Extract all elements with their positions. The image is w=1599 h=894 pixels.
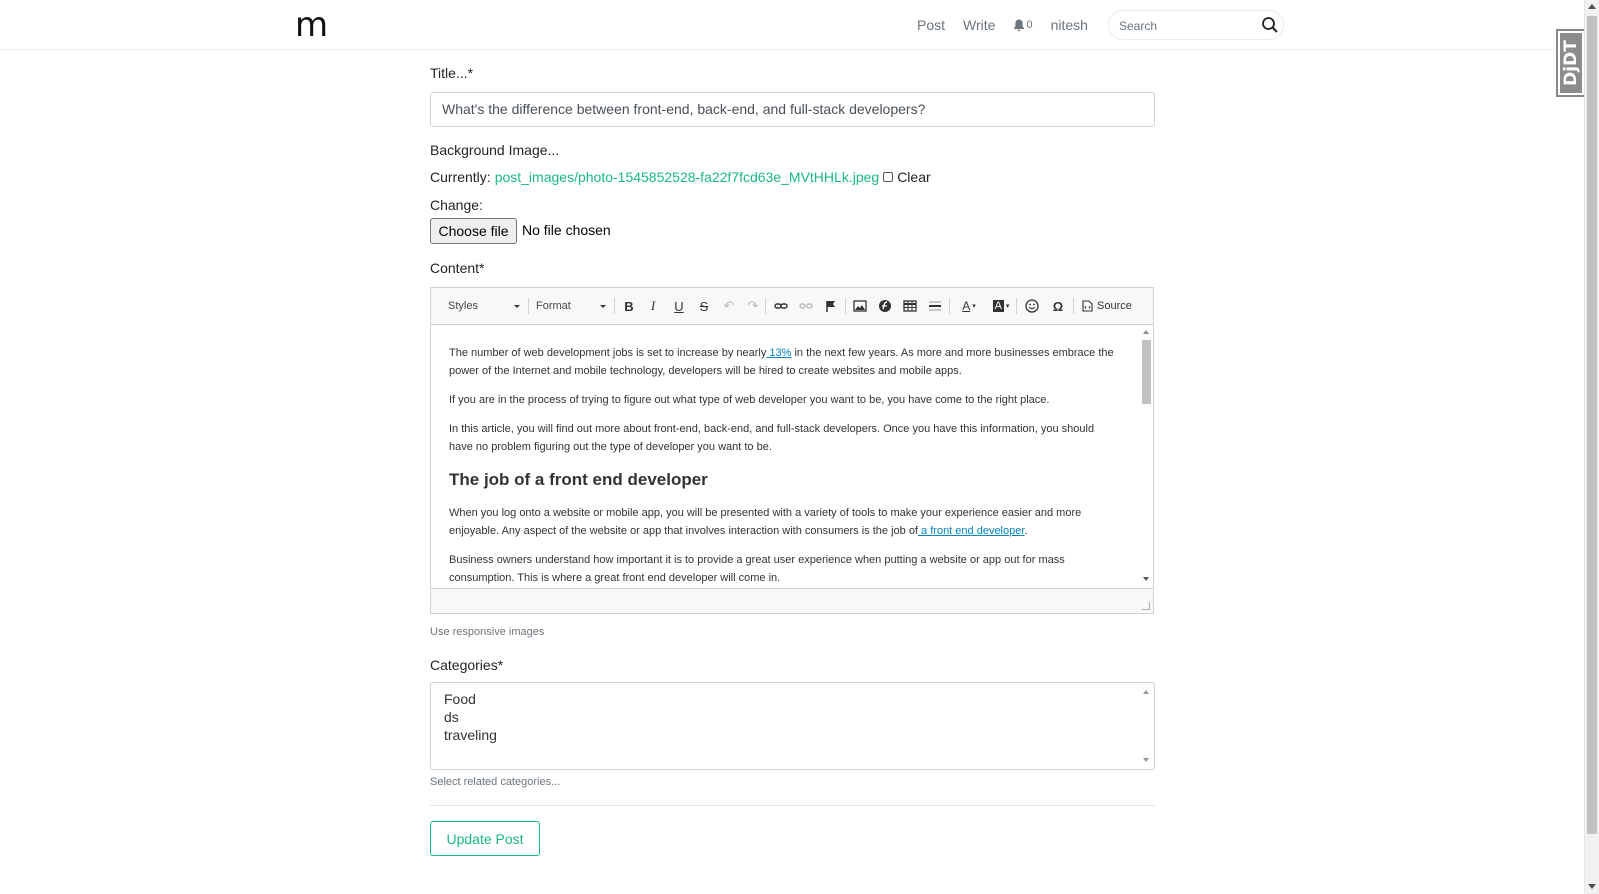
redo-icon[interactable]: ↷ <box>745 298 761 314</box>
toolbar-separator <box>528 298 529 314</box>
styles-label: Styles <box>448 300 478 312</box>
undo-icon[interactable]: ↶ <box>721 298 737 314</box>
content-help-text: Use responsive images <box>430 626 545 638</box>
current-image-link[interactable]: post_images/photo-1545852528-fa22f7fcd63… <box>495 169 880 185</box>
horizontal-rule-icon[interactable] <box>927 298 943 314</box>
category-option[interactable]: ds <box>444 709 459 725</box>
scroll-down-arrow-icon[interactable] <box>1143 577 1149 581</box>
category-option[interactable]: Food <box>444 691 476 707</box>
rich-text-editor: Styles Format B I U S ↶ ↷ A ▾ A ▾ Ω Sour… <box>430 287 1154 614</box>
clear-label: Clear <box>897 169 931 185</box>
unlink-icon[interactable] <box>798 298 814 314</box>
content-paragraph: In this article, you will find out more … <box>449 423 1095 453</box>
flash-icon[interactable] <box>877 298 893 314</box>
bold-icon[interactable]: B <box>621 298 637 314</box>
debug-toolbar-logo: DjDT <box>1560 33 1582 93</box>
debug-toolbar-handle[interactable]: DjDT <box>1556 29 1586 97</box>
brand-logo[interactable]: m <box>295 4 328 46</box>
background-image-label: Background Image... <box>430 142 560 158</box>
source-label: Source <box>1097 300 1132 312</box>
categories-label: Categories* <box>430 657 504 673</box>
toolbar-separator <box>1073 298 1074 314</box>
change-label: Change: <box>430 197 483 213</box>
editor-scroll-thumb[interactable] <box>1142 340 1151 404</box>
nav-post-link[interactable]: Post <box>908 17 954 33</box>
toolbar-separator <box>765 298 766 314</box>
italic-icon[interactable]: I <box>645 298 661 314</box>
format-dropdown[interactable]: Format <box>536 296 606 316</box>
category-option[interactable]: traveling <box>444 727 497 743</box>
paragraph-text: . <box>1024 525 1028 537</box>
chevron-down-icon <box>514 305 520 308</box>
strikethrough-icon[interactable]: S <box>696 298 712 314</box>
smiley-icon[interactable] <box>1024 298 1040 314</box>
nav-write-link[interactable]: Write <box>954 17 1004 33</box>
currently-label: Currently: <box>430 169 491 185</box>
content-paragraph: Business owners understand how important… <box>449 554 1065 584</box>
inline-link-front-end-developer[interactable]: a front end developer <box>918 525 1024 537</box>
categories-multiselect[interactable]: Food ds traveling <box>430 682 1155 770</box>
scroll-down-arrow-icon[interactable] <box>1588 884 1596 889</box>
editor-toolbar: Styles Format B I U S ↶ ↷ A ▾ A ▾ Ω Sour… <box>431 288 1153 325</box>
bell-icon <box>1014 19 1025 31</box>
choose-file-button[interactable]: Choose file <box>430 218 517 244</box>
text-color-icon[interactable]: A ▾ <box>957 298 981 314</box>
inline-link-13-percent[interactable]: 13% <box>766 347 791 359</box>
search-input[interactable] <box>1119 16 1249 36</box>
paragraph-text: The number of web development jobs is se… <box>449 347 767 359</box>
styles-dropdown[interactable]: Styles <box>448 296 520 316</box>
debug-toolbar-label: DjDT <box>1561 40 1581 86</box>
search-box <box>1108 10 1284 40</box>
chevron-down-icon <box>600 305 606 308</box>
link-icon[interactable] <box>773 298 789 314</box>
nav-links: Post Write 0 nitesh <box>908 0 1097 50</box>
editor-status-bar <box>431 588 1153 613</box>
special-char-icon[interactable]: Ω <box>1050 298 1066 314</box>
scroll-up-arrow-icon[interactable] <box>1143 330 1149 334</box>
title-label: Title...* <box>430 65 474 81</box>
form-divider <box>430 805 1155 806</box>
notification-count: 0 <box>1026 19 1033 31</box>
update-post-button[interactable]: Update Post <box>430 821 540 856</box>
current-image-row: Currently: post_images/photo-1545852528-… <box>430 169 931 185</box>
page-scroll-thumb[interactable] <box>1587 16 1597 834</box>
editor-scrollbar[interactable] <box>1140 326 1153 588</box>
content-label: Content* <box>430 260 485 276</box>
clear-checkbox[interactable] <box>883 172 894 182</box>
toolbar-separator <box>949 298 950 314</box>
search-icon[interactable] <box>1261 16 1279 34</box>
editor-document: The number of web development jobs is se… <box>449 344 1114 588</box>
scroll-up-arrow-icon[interactable] <box>1588 4 1596 9</box>
content-paragraph: The number of web development jobs is se… <box>449 344 1114 380</box>
anchor-flag-icon[interactable] <box>823 298 839 314</box>
underline-icon[interactable]: U <box>671 298 687 314</box>
page-scrollbar[interactable] <box>1584 0 1599 894</box>
navbar: m Post Write 0 nitesh <box>0 0 1584 50</box>
table-icon[interactable] <box>902 298 918 314</box>
toolbar-separator <box>845 298 846 314</box>
title-input[interactable]: What's the difference between front-end,… <box>430 92 1155 127</box>
toolbar-separator <box>614 298 615 314</box>
content-paragraph: When you log onto a website or mobile ap… <box>449 504 1114 540</box>
content-paragraph: If you are in the process of trying to f… <box>449 394 1050 406</box>
categories-help-text: Select related categories... <box>430 776 561 788</box>
notifications-link[interactable]: 0 <box>1004 19 1041 32</box>
format-label: Format <box>536 300 571 312</box>
content-heading: The job of a front end developer <box>449 470 708 489</box>
toolbar-separator <box>1016 298 1017 314</box>
background-color-icon[interactable]: A ▾ <box>989 298 1013 314</box>
source-icon <box>1082 300 1093 312</box>
image-icon[interactable] <box>852 298 868 314</box>
scroll-down-arrow-icon[interactable] <box>1143 758 1149 762</box>
scroll-up-arrow-icon[interactable] <box>1143 690 1149 694</box>
editor-content-area[interactable]: The number of web development jobs is se… <box>431 326 1144 588</box>
no-file-text: No file chosen <box>522 222 611 238</box>
resize-handle-icon[interactable] <box>1142 602 1150 610</box>
source-button[interactable]: Source <box>1082 298 1132 314</box>
categories-scrollbar[interactable] <box>1140 685 1152 767</box>
nav-user-link[interactable]: nitesh <box>1042 17 1097 33</box>
